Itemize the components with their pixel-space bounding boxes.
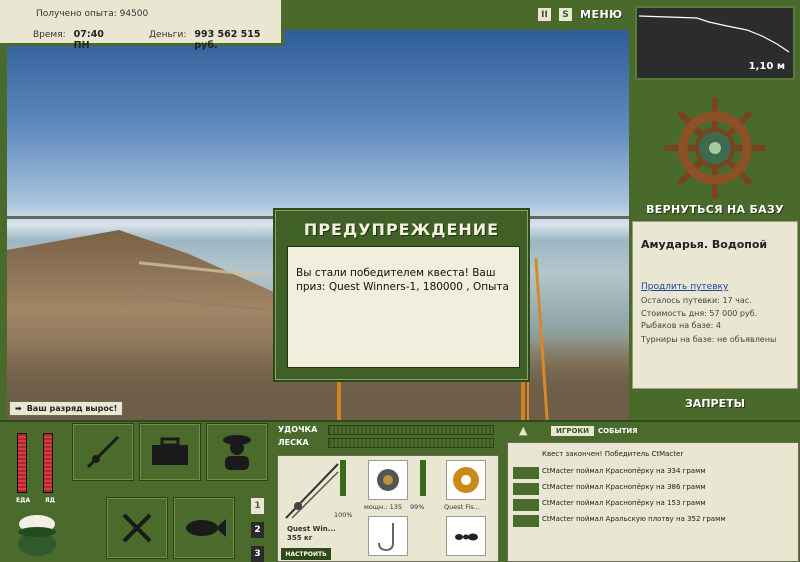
money-value: 993 562 515 руб. [194, 29, 261, 51]
fish-icon [513, 483, 539, 495]
line-label: ЛЕСКА [278, 438, 309, 447]
fish-icon [513, 467, 539, 479]
top-controls: II S МЕНЮ [538, 8, 623, 21]
fishers-count: Рыбаков на базе: 4 [641, 321, 721, 330]
experience-label: Получено опыта: [36, 9, 117, 19]
list-item: CtMacter поймал Краснопёрку на 386 грамм [542, 483, 706, 491]
rod-inventory-tile[interactable] [72, 423, 134, 481]
list-item: CtMacter поймал Краснопёрку на 153 грамм [542, 499, 706, 507]
hook-slot[interactable] [368, 516, 408, 556]
reel-condition-bar [420, 460, 426, 496]
tournaments-status: Турниры на базе: не объявлены [641, 335, 777, 344]
tackle-panel: 100% Quest Win... 355 кг мощн.: 135 99% … [277, 455, 499, 562]
money-label: Деньги: [149, 30, 187, 40]
extend-permit-link[interactable]: Продлить путевку [641, 282, 728, 292]
rank-notification[interactable]: ➡ Ваш разряд вырос! [9, 401, 124, 416]
reel-icon [377, 469, 399, 491]
list-item: Квест закончен! Победитель CtMacter [542, 450, 684, 458]
depth-value: 1,10 м [748, 61, 785, 72]
inventory-page-3[interactable]: 3 [251, 546, 264, 562]
line-tension-bar [328, 438, 494, 448]
rank-text: Ваш разряд вырос! [26, 404, 118, 413]
permit-remaining: Осталось путевки: 17 час. [641, 296, 752, 305]
dialog-title: ПРЕДУПРЕЖДЕНИЕ [303, 220, 500, 239]
list-item: CtMacter поймал Аральскую плотву на 352 … [542, 515, 726, 523]
location-title: Амударья. Водопой [641, 238, 768, 251]
rod-image-icon[interactable] [284, 460, 340, 520]
dialog-message: Вы стали победителем квеста! Ваш приз: Q… [287, 246, 520, 368]
inventory-page-1[interactable]: 1 [251, 498, 264, 514]
tab-events[interactable]: СОБЫТИЯ [598, 427, 638, 435]
line-spool-icon [453, 467, 479, 493]
ant-bait-icon [455, 533, 478, 541]
list-item: CtMacter поймал Краснопёрку на 334 грамм [542, 467, 706, 475]
rod-weight: 355 кг [287, 534, 313, 542]
chat-panel: ▲ ИГРОКИ СОБЫТИЯ Квест закончен! Победит… [505, 421, 800, 562]
return-to-base-button[interactable]: ВЕРНУТЬСЯ НА БАЗУ [630, 203, 800, 216]
player-info-panel: Получено опыта: 94500 Время: 07:40 ПН Де… [0, 0, 284, 51]
time-label: Время: [33, 30, 66, 40]
line-caption: Quest Fis... [444, 503, 480, 511]
fishing-rod-icon [86, 435, 120, 469]
rod-condition-bar [340, 460, 346, 496]
poison-gauge [43, 433, 53, 493]
reel-caption: мощн.: 135 [364, 503, 402, 511]
bait-slot[interactable] [446, 516, 486, 556]
fish-icon [186, 519, 226, 537]
poison-label: ЯД [45, 497, 55, 504]
depth-panel: 1,10 м [635, 6, 795, 80]
location-panel: Амударья. Водопой Продлить путевку Остал… [632, 221, 798, 389]
tackle-box-tile[interactable] [139, 423, 201, 481]
rod-tension-bar [328, 425, 494, 435]
rod-percent: 100% [334, 511, 353, 519]
tab-players[interactable]: ИГРОКИ [551, 426, 594, 436]
rod-stand-left [337, 382, 341, 420]
food-label: ЕДА [16, 497, 31, 504]
ship-wheel-icon[interactable] [663, 96, 767, 200]
menu-button[interactable]: МЕНЮ [580, 8, 623, 21]
rod-name: Quest Win... [287, 525, 336, 533]
rod-stand-right [521, 382, 525, 420]
fisherman-icon [223, 435, 251, 470]
sound-icon[interactable]: S [559, 8, 572, 21]
warning-dialog: ПРЕДУПРЕЖДЕНИЕ Вы стали победителем квес… [273, 208, 530, 382]
time-money-row: Время: 07:40 ПН Деньги: 993 562 515 руб. [33, 29, 281, 51]
reel-percent: 99% [410, 503, 425, 511]
food-gauge [17, 433, 27, 493]
arrow-up-icon[interactable]: ▲ [519, 424, 527, 437]
chat-tabs: ИГРОКИ СОБЫТИЯ [551, 426, 638, 436]
experience-row: Получено опыта: 94500 [36, 9, 148, 19]
reel-slot[interactable] [368, 460, 408, 500]
bans-button[interactable]: ЗАПРЕТЫ [630, 397, 800, 410]
fish-tile[interactable] [173, 497, 235, 559]
line-slot[interactable] [446, 460, 486, 500]
arrow-right-icon: ➡ [15, 404, 22, 413]
hook-icon [378, 523, 394, 552]
fork-knife-icon [122, 513, 152, 543]
experience-value: 94500 [119, 9, 149, 19]
setup-button[interactable]: НАСТРОИТЬ [281, 548, 331, 560]
fish-icon [513, 515, 539, 527]
event-feed: Квест закончен! Победитель CtMacter CtMa… [507, 442, 799, 562]
tackle-box-icon [152, 437, 188, 465]
day-cost: Стоимость дня: 57 000 руб. [641, 309, 758, 318]
food-tile[interactable] [106, 497, 168, 559]
fish-icon [513, 499, 539, 511]
time-value: 07:40 ПН [73, 29, 104, 51]
rod-label: УДОЧКА [278, 425, 318, 434]
cauldron-icon[interactable] [12, 510, 62, 560]
fisherman-tile[interactable] [206, 423, 268, 481]
pause-icon[interactable]: II [538, 8, 551, 21]
poison-gauge-fill [44, 434, 52, 492]
food-gauge-fill [18, 434, 26, 492]
inventory-page-2[interactable]: 2 [251, 522, 264, 538]
